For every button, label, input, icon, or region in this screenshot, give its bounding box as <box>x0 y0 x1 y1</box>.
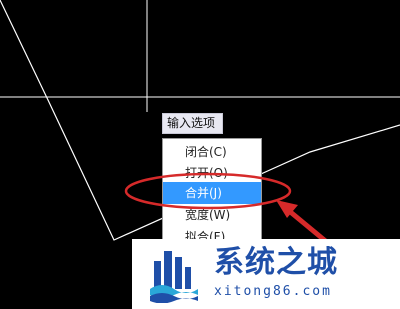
highlight-ellipse <box>124 172 292 210</box>
brand-logo-icon <box>150 251 198 303</box>
watermark-banner: 系统之城 xitong86.com <box>132 239 400 309</box>
brand-name: 系统之城 <box>214 245 338 280</box>
brand-url: xitong86.com <box>214 284 332 299</box>
